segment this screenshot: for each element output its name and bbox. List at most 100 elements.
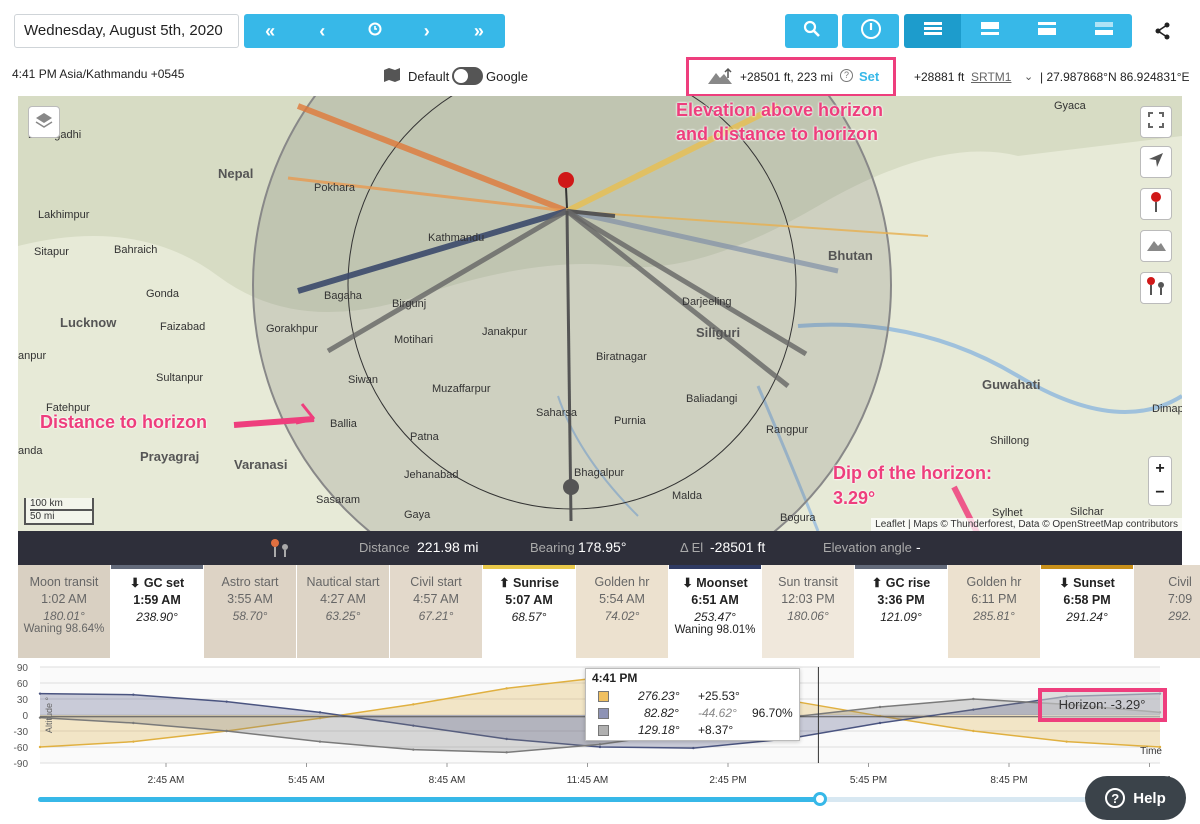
event-name: Sun transit bbox=[778, 575, 838, 589]
event-8[interactable]: Sun transit 12:03 PM 180.06° bbox=[762, 565, 855, 658]
layout-chart-icon bbox=[1037, 21, 1056, 41]
time-slider-fill bbox=[38, 797, 820, 802]
map-default-label: Default bbox=[408, 69, 450, 84]
layout-min-button[interactable] bbox=[1075, 14, 1132, 48]
zoom-in-button[interactable]: + bbox=[1155, 460, 1164, 478]
event-az: 291.24° bbox=[1066, 610, 1108, 624]
double-chevron-left-icon: « bbox=[265, 20, 276, 41]
event-11[interactable]: ⬇ Sunset 6:58 PM 291.24° bbox=[1041, 565, 1134, 658]
event-time: 5:54 AM bbox=[599, 592, 645, 606]
delta-el-label: Δ El bbox=[680, 540, 704, 555]
event-4[interactable]: Civil start 4:57 AM 67.21° bbox=[390, 565, 483, 658]
map-attribution[interactable]: Leaflet | Maps © Thunderforest, Data © O… bbox=[871, 518, 1182, 531]
horizon-label: Horizon: -3.29° bbox=[1059, 697, 1146, 712]
map-view[interactable]: Nepal Bhutan Dhangadhi Lakhimpur Sitapur… bbox=[18, 96, 1182, 531]
next-hour-button[interactable]: › bbox=[401, 14, 453, 48]
time-slider-handle[interactable] bbox=[813, 792, 827, 806]
srtm-link[interactable]: SRTM1 bbox=[971, 70, 1011, 84]
map-label-guwahati: Guwahati bbox=[982, 377, 1041, 392]
fullscreen-button[interactable] bbox=[1140, 106, 1172, 138]
pins-toggle-button[interactable] bbox=[1140, 272, 1172, 304]
help-circle-icon[interactable]: ? bbox=[840, 69, 853, 82]
event-12[interactable]: Civil 7:09 292. bbox=[1134, 565, 1200, 658]
event-10[interactable]: Golden hr 6:11 PM 285.81° bbox=[948, 565, 1041, 658]
time-nav-group: « ‹ › » bbox=[244, 14, 505, 48]
map-scale: 100 km 50 mi bbox=[24, 498, 94, 525]
date-input[interactable]: Wednesday, August 5th, 2020 bbox=[14, 14, 239, 48]
map-label-varanasi: Varanasi bbox=[234, 457, 288, 472]
elevation-set-button[interactable]: Set bbox=[859, 69, 879, 84]
annotation-elevation-1: Elevation above horizon bbox=[676, 100, 884, 120]
event-time: 5:07 AM bbox=[505, 593, 553, 607]
map-google-label: Google bbox=[486, 69, 528, 84]
map-label-dimapur: Dimap bbox=[1152, 403, 1182, 415]
series-point-2-6 bbox=[598, 743, 602, 746]
map-label-lucknow: Lucknow bbox=[60, 315, 117, 330]
pin-button[interactable] bbox=[1140, 188, 1172, 220]
event-time: 12:03 PM bbox=[781, 592, 835, 606]
next-day-button[interactable]: » bbox=[453, 14, 505, 48]
moon-swatch bbox=[598, 708, 609, 719]
map-label-lakhimpur: Lakhimpur bbox=[38, 209, 90, 221]
event-az: 238.90° bbox=[136, 610, 178, 624]
mountain-icon bbox=[1146, 236, 1166, 257]
tooltip-moon-pct: 96.70% bbox=[752, 706, 793, 720]
distance-label: Distance bbox=[359, 540, 410, 555]
event-time: 4:57 AM bbox=[413, 592, 459, 606]
compass-button[interactable] bbox=[842, 14, 899, 48]
event-0[interactable]: Moon transit 1:02 AM 180.01° Waning 98.64% bbox=[18, 565, 111, 658]
layout-full-button[interactable] bbox=[904, 14, 961, 48]
series-point-0-10 bbox=[972, 729, 975, 733]
timezone-text: 4:41 PM Asia/Kathmandu +0545 bbox=[12, 67, 185, 81]
y-tick-label: 0 bbox=[22, 711, 28, 722]
map-label-bhagalpur: Bhagalpur bbox=[574, 467, 625, 479]
zoom-controls: + − bbox=[1148, 456, 1172, 506]
tooltip-sun-alt: +25.53° bbox=[698, 689, 740, 703]
event-name: Moon transit bbox=[29, 575, 99, 589]
event-6[interactable]: Golden hr 5:54 AM 74.02° bbox=[576, 565, 669, 658]
elevation-angle-label: Elevation angle bbox=[823, 540, 912, 555]
event-az: 180.06° bbox=[787, 609, 829, 623]
map-label-nepal: Nepal bbox=[218, 166, 254, 181]
event-extra: Waning 98.01% bbox=[674, 624, 756, 636]
tooltip-time: 4:41 PM bbox=[592, 671, 638, 685]
elevation-profile-button[interactable] bbox=[1140, 230, 1172, 262]
event-3[interactable]: Nautical start 4:27 AM 63.25° bbox=[297, 565, 390, 658]
x-tick-label: 8:45 AM bbox=[429, 775, 466, 786]
search-button[interactable] bbox=[785, 14, 838, 48]
now-button[interactable] bbox=[348, 14, 400, 48]
event-2[interactable]: Astro start 3:55 AM 58.70° bbox=[204, 565, 297, 658]
map-label-sitapur: Sitapur bbox=[34, 246, 69, 258]
event-7[interactable]: ⬇ Moonset 6:51 AM 253.47° Waning 98.01% bbox=[669, 565, 762, 658]
zoom-out-button[interactable]: − bbox=[1155, 484, 1164, 502]
event-color-bar bbox=[111, 565, 203, 569]
chevron-right-icon: › bbox=[423, 20, 430, 41]
layout-map-icon bbox=[980, 21, 999, 41]
map-provider-toggle[interactable] bbox=[452, 67, 483, 85]
share-button[interactable] bbox=[1152, 20, 1174, 42]
event-1[interactable]: ⬇ GC set 1:59 AM 238.90° bbox=[111, 565, 204, 658]
event-5[interactable]: ⬆ Sunrise 5:07 AM 68.57° bbox=[483, 565, 576, 658]
series-point-2-3 bbox=[318, 740, 322, 743]
event-9[interactable]: ⬆ GC rise 3:36 PM 121.09° bbox=[855, 565, 948, 658]
event-az: 63.25° bbox=[325, 609, 361, 623]
help-button[interactable]: ? Help bbox=[1085, 776, 1186, 820]
layout-chart-button[interactable] bbox=[1018, 14, 1075, 48]
layers-button[interactable] bbox=[28, 106, 60, 138]
event-name: Golden hr bbox=[966, 575, 1022, 589]
map-label-darjeeling: Darjeeling bbox=[682, 296, 732, 308]
locate-button[interactable] bbox=[1140, 146, 1172, 178]
ground-elevation: +28881 ft bbox=[914, 70, 965, 84]
chevron-down-icon[interactable]: ⌄ bbox=[1024, 70, 1033, 83]
event-color-bar bbox=[669, 565, 761, 569]
map-label-baliadangi: Baliadangi bbox=[686, 393, 738, 405]
series-point-0-4 bbox=[412, 703, 415, 706]
event-az: 292. bbox=[1168, 609, 1192, 623]
prev-hour-button[interactable]: ‹ bbox=[296, 14, 348, 48]
prev-day-button[interactable]: « bbox=[244, 14, 296, 48]
events-strip: Moon transit 1:02 AM 180.01° Waning 98.64% ⬇… bbox=[18, 565, 1200, 658]
series-point-2-5 bbox=[505, 751, 508, 754]
map-label-bagaha: Bagaha bbox=[324, 290, 362, 302]
map-label-rangpur: Rangpur bbox=[766, 424, 809, 436]
layout-map-button[interactable] bbox=[961, 14, 1018, 48]
